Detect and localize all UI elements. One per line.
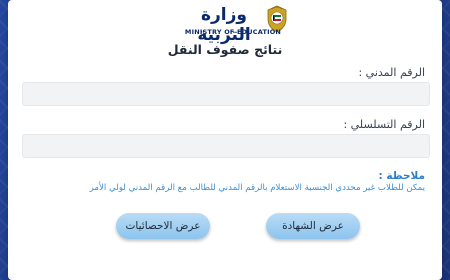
serial-number-label: الرقم التسلسلي : <box>343 118 425 131</box>
logo-english-text: MINISTRY OF EDUCATION <box>184 28 282 36</box>
logo-arabic-text: وزارة التربية <box>197 5 251 45</box>
ministry-logo: وزارة التربية MINISTRY OF EDUCATION <box>174 4 292 45</box>
civil-id-label: الرقم المدني : <box>358 66 425 79</box>
show-certificate-button[interactable]: عرض الشهادة <box>266 213 360 239</box>
note-title: ملاحظة : <box>378 170 426 182</box>
show-statistics-button[interactable]: عرض الاحصائيات <box>116 213 210 239</box>
results-card: وزارة التربية MINISTRY OF EDUCATION نتائ… <box>8 0 442 280</box>
serial-number-input[interactable] <box>22 134 430 158</box>
note-text: يمكن للطلاب غير محددي الجنسية الاستعلام … <box>89 183 425 193</box>
page-title: نتائج صفوف النقل <box>167 42 283 57</box>
civil-id-input[interactable] <box>22 82 430 106</box>
